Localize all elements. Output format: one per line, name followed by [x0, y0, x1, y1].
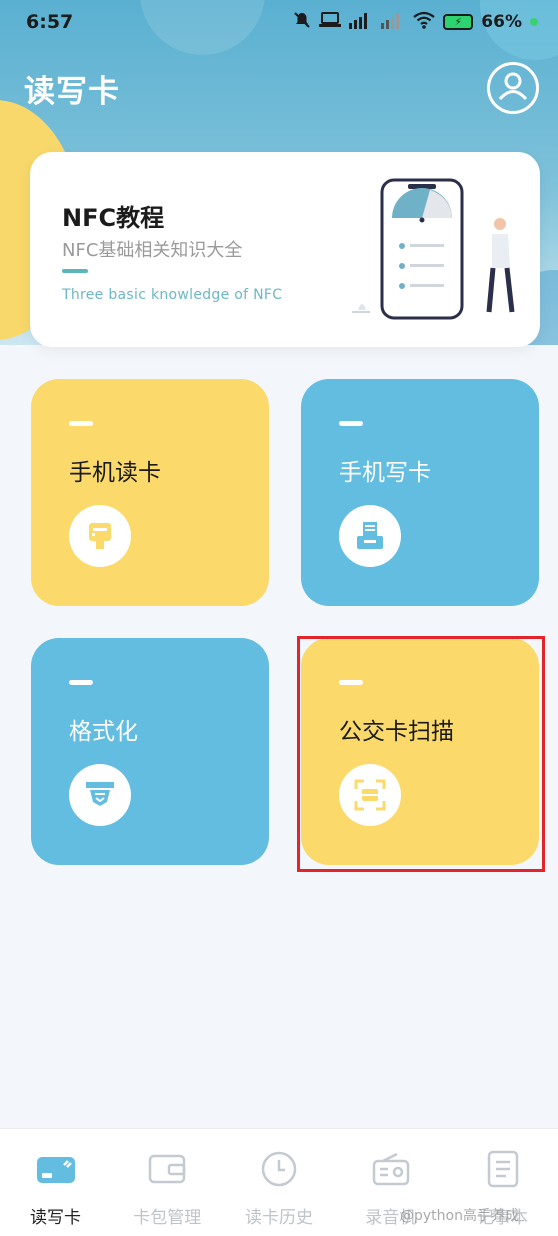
card-icon [36, 1149, 76, 1189]
status-bar: 6:57 ⚡ 66% [0, 0, 558, 44]
tutorial-subtitle: NFC基础相关知识大全 [62, 240, 243, 261]
phone-illustration [340, 172, 530, 332]
tutorial-accent-bar [62, 269, 88, 273]
watermark: @python高手养成 [400, 1208, 519, 1224]
tile-dash [69, 421, 93, 426]
radio-icon [371, 1149, 411, 1189]
nav-label: 读写卡 [30, 1208, 81, 1228]
status-time: 6:57 [26, 11, 74, 33]
profile-button[interactable] [487, 62, 539, 114]
nav-label: 读卡历史 [245, 1208, 313, 1228]
wallet-icon [147, 1149, 187, 1189]
format-tile[interactable]: 格式化 [31, 638, 269, 865]
card-reader-icon [69, 505, 131, 567]
tile-dash [339, 680, 363, 685]
battery-icon: ⚡ [443, 14, 474, 30]
tutorial-title: NFC教程 [62, 204, 165, 232]
bus-card-scan-tile[interactable]: 公交卡扫描 [301, 638, 539, 865]
tile-label: 手机写卡 [339, 460, 431, 486]
format-icon [69, 764, 131, 826]
signal-icon [381, 11, 405, 33]
nfc-tutorial-card[interactable]: NFC教程 NFC基础相关知识大全 Three basic knowledge … [30, 152, 540, 347]
read-card-tile[interactable]: 手机读卡 [31, 379, 269, 606]
tile-label: 手机读卡 [69, 460, 161, 486]
clock-icon [259, 1149, 299, 1189]
page-title: 读写卡 [24, 74, 120, 110]
nav-item-read-write[interactable]: 读写卡 [0, 1129, 111, 1236]
status-icons: ⚡ 66% [293, 11, 538, 33]
tile-label: 格式化 [69, 719, 138, 745]
nav-item-wallet[interactable]: 卡包管理 [112, 1129, 223, 1236]
write-card-tile[interactable]: 手机写卡 [301, 379, 539, 606]
status-dot [530, 18, 538, 26]
battery-percent: 66% [481, 12, 522, 32]
nav-label: 卡包管理 [133, 1208, 202, 1228]
tile-label: 公交卡扫描 [339, 719, 454, 745]
nav-item-history[interactable]: 读卡历史 [224, 1129, 335, 1236]
scan-icon [339, 764, 401, 826]
tutorial-english-caption: Three basic knowledge of NFC [62, 287, 283, 303]
tile-dash [339, 421, 363, 426]
wifi-icon [413, 11, 435, 33]
user-circle-icon [493, 66, 533, 110]
mute-bell-icon [293, 11, 311, 33]
notepad-icon [483, 1149, 523, 1189]
laptop-icon [319, 12, 342, 32]
signal-hd-icon [349, 11, 373, 33]
tile-dash [69, 680, 93, 685]
card-writer-icon [339, 505, 401, 567]
